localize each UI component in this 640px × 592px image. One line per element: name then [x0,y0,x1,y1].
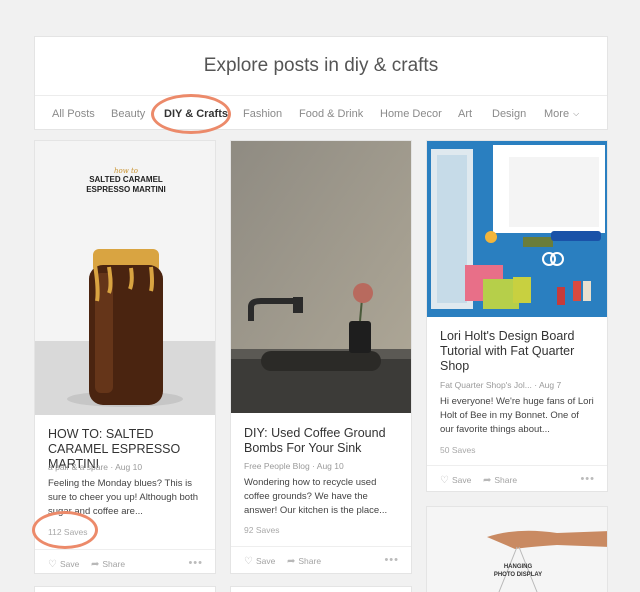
tab-all-posts[interactable]: All Posts [52,108,95,120]
tab-food-drink[interactable]: Food & Drink [299,108,363,120]
post-date: Aug 7 [538,380,562,390]
post-card-partial[interactable] [230,586,412,592]
post-date: Aug 10 [316,461,344,471]
heart-icon: ♡ [440,475,449,486]
card-actions: ♡ Save ➦ Share ••• [35,549,215,573]
post-meta: Fat Quarter Shop's Jol... · Aug 7 [440,380,562,390]
highlight-circle [151,94,231,134]
save-button[interactable]: ♡ Save [48,559,79,570]
card-actions: ♡ Save ➦ Share ••• [427,465,607,491]
post-image[interactable] [231,141,411,413]
tab-design[interactable]: Design [492,108,526,120]
post-title[interactable]: Lori Holt's Design Board Tutorial with F… [440,329,595,374]
category-tabs: All Posts Beauty DIY & Crafts Fashion Fo… [35,94,607,134]
tab-art[interactable]: Art [458,108,472,120]
image-overlay-text: HANGING PHOTO DISPLAY [427,563,607,579]
post-date: Aug 10 [115,462,143,472]
tab-fashion[interactable]: Fashion [243,108,282,120]
share-button[interactable]: ➦ Share [287,556,321,567]
page-title: Explore posts in diy & crafts [203,55,439,76]
post-title[interactable]: DIY: Used Coffee Ground Bombs For Your S… [244,426,399,456]
image-overlay-text: how to SALTED CARAMEL ESPRESSO MARTINI [35,167,215,195]
share-icon: ➦ [483,475,492,486]
image-script-text: how to [114,167,138,175]
share-icon: ➦ [91,559,100,570]
share-label: Share [102,559,126,569]
image-title-line1: SALTED CARAMEL [89,175,163,184]
post-source[interactable]: a pair & a spare [48,462,108,472]
post-meta: Free People Blog · Aug 10 [244,461,344,471]
save-label: Save [255,556,276,566]
tab-more[interactable]: More ⌵ [544,108,579,120]
share-button[interactable]: ➦ Share [91,559,125,570]
save-label: Save [59,559,80,569]
image-title-line2: ESPRESSO MARTINI [86,185,166,194]
post-image[interactable] [427,141,607,317]
post-card[interactable]: HANGING PHOTO DISPLAY [426,506,608,592]
share-icon: ➦ [287,556,296,567]
more-options-icon[interactable]: ••• [580,473,595,485]
post-card[interactable]: how to SALTED CARAMEL ESPRESSO MARTINI H… [34,140,216,574]
category-header: Explore posts in diy & crafts All Posts … [34,36,608,134]
save-count: 92 Saves [244,525,280,535]
tab-beauty[interactable]: Beauty [111,108,145,120]
save-button[interactable]: ♡ Save [440,475,471,486]
heart-icon: ♡ [244,556,253,567]
save-label: Save [451,475,472,485]
save-count: 50 Saves [440,445,476,455]
share-button[interactable]: ➦ Share [483,475,517,486]
post-source[interactable]: Fat Quarter Shop's Jol... [440,380,532,390]
post-meta: a pair & a spare · Aug 10 [48,462,143,472]
image-title-line2: PHOTO DISPLAY [493,572,543,578]
share-label: Share [494,475,518,485]
post-description: Wondering how to recycle used coffee gro… [244,477,388,516]
save-button[interactable]: ♡ Save [244,556,275,567]
post-image[interactable] [427,507,607,592]
chevron-down-icon: ⌵ [573,109,580,118]
highlight-circle [32,511,98,549]
card-actions: ♡ Save ➦ Share ••• [231,546,411,573]
post-card[interactable]: Lori Holt's Design Board Tutorial with F… [426,140,608,492]
share-label: Share [298,556,322,566]
heart-icon: ♡ [48,559,57,570]
post-card-partial[interactable] [34,586,216,592]
more-options-icon[interactable]: ••• [188,557,203,569]
post-source[interactable]: Free People Blog [244,461,310,471]
post-description: Hi everyone! We're huge fans of Lori Hol… [440,396,594,435]
tab-home-decor[interactable]: Home Decor [380,108,442,120]
tab-more-label: More [544,108,570,120]
image-title-line1: HANGING [503,564,533,570]
more-options-icon[interactable]: ••• [384,554,399,566]
post-card[interactable]: DIY: Used Coffee Ground Bombs For Your S… [230,140,412,574]
